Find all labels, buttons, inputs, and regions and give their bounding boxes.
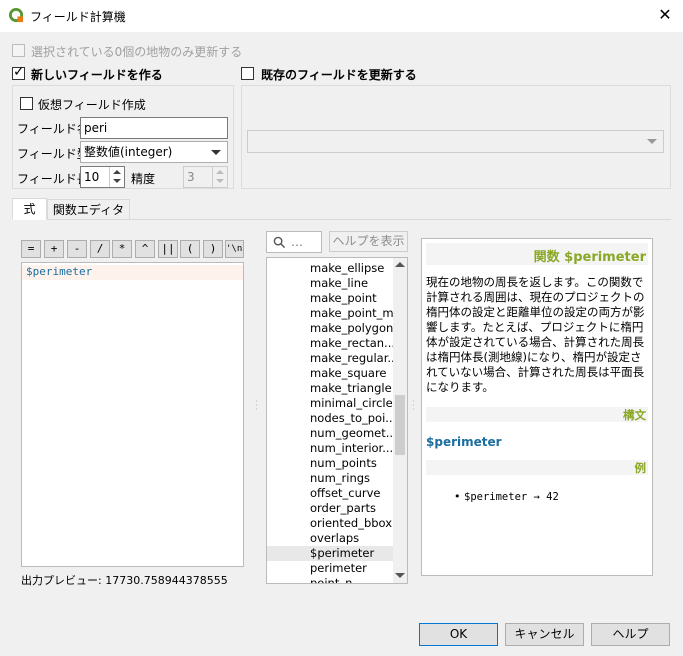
function-list-item[interactable]: make_point_m bbox=[310, 306, 393, 321]
operator-divide-button[interactable]: / bbox=[90, 240, 110, 258]
show-help-button[interactable]: ヘルプを表示 bbox=[329, 231, 408, 252]
operator-multiply-button[interactable]: * bbox=[112, 240, 132, 258]
ok-button[interactable]: OK bbox=[419, 623, 498, 646]
function-search-input[interactable]: … bbox=[266, 231, 322, 253]
new-field-header: 新しいフィールドを作る bbox=[31, 68, 163, 82]
virtual-field-checkbox[interactable] bbox=[20, 97, 33, 110]
function-list-scrollbar[interactable] bbox=[393, 258, 407, 583]
only-selected-label: 選択されている0個の地物のみ更新する bbox=[31, 45, 243, 59]
window-title: フィールド計算機 bbox=[30, 10, 126, 24]
update-existing-checkbox[interactable] bbox=[241, 67, 254, 80]
field-type-value: 整数値(integer) bbox=[84, 145, 173, 159]
operator-equals-button[interactable]: = bbox=[21, 240, 41, 258]
output-preview: 出力プレビュー: 17730.758944378555 bbox=[21, 572, 228, 588]
splitter-handle-right[interactable]: · · · bbox=[412, 398, 415, 415]
spin-buttons[interactable] bbox=[212, 167, 227, 187]
update-existing-header: 既存のフィールドを更新する bbox=[261, 68, 417, 82]
splitter-handle-left[interactable]: · · · bbox=[255, 398, 258, 415]
function-list-item[interactable]: make_rectan... bbox=[310, 336, 393, 351]
function-list-item[interactable]: num_interior... bbox=[310, 441, 393, 456]
spin-up-icon[interactable] bbox=[216, 170, 224, 174]
tab-expression[interactable]: 式 bbox=[12, 198, 47, 220]
function-list-item[interactable]: num_geomet... bbox=[310, 426, 393, 441]
help-panel: 関数 $perimeter 現在の地物の周長を返します。この関数で計算される周囲… bbox=[421, 238, 653, 576]
output-preview-value: 17730.758944378555 bbox=[105, 574, 228, 587]
function-list-item[interactable]: make_square bbox=[310, 366, 387, 381]
operator-concat-button[interactable]: || bbox=[158, 240, 178, 258]
spin-down-icon[interactable] bbox=[113, 179, 121, 183]
field-length-label: フィールド長 bbox=[17, 172, 89, 186]
field-length-value: 10 bbox=[84, 170, 100, 184]
function-list-item[interactable]: make_polygon bbox=[310, 321, 393, 336]
function-list[interactable]: make_ellipse make_line make_point make_poin… bbox=[266, 257, 408, 584]
field-type-select[interactable]: 整数値(integer) bbox=[80, 141, 228, 163]
output-preview-label: 出力プレビュー: bbox=[21, 574, 102, 587]
example-item: • $perimeter → 42 bbox=[454, 490, 559, 503]
scroll-down-icon[interactable] bbox=[395, 573, 405, 578]
syntax-header: 構文 bbox=[623, 408, 646, 422]
spin-down-icon[interactable] bbox=[216, 179, 224, 183]
function-list-item[interactable]: order_parts bbox=[310, 501, 376, 516]
operator-plus-button[interactable]: + bbox=[44, 240, 64, 258]
close-icon[interactable]: ✕ bbox=[652, 4, 678, 28]
operator-minus-button[interactable]: - bbox=[67, 240, 87, 258]
syntax-text: $perimeter bbox=[426, 435, 502, 449]
search-icon bbox=[273, 236, 286, 249]
examples-header: 例 bbox=[634, 461, 647, 475]
chevron-down-icon bbox=[211, 150, 221, 155]
field-name-label: フィールド名 bbox=[17, 122, 89, 136]
function-list-item[interactable]: minimal_circle bbox=[310, 396, 393, 411]
function-list-item[interactable]: make_line bbox=[310, 276, 368, 291]
function-list-item[interactable]: point_n bbox=[310, 576, 352, 583]
function-list-item[interactable]: nodes_to_poi... bbox=[310, 411, 393, 426]
chevron-down-icon bbox=[647, 139, 657, 144]
search-placeholder: … bbox=[291, 235, 303, 249]
spin-up-icon[interactable] bbox=[113, 170, 121, 174]
help-button[interactable]: ヘルプ bbox=[591, 623, 670, 646]
operator-power-button[interactable]: ^ bbox=[135, 240, 155, 258]
new-field-checkbox[interactable] bbox=[12, 64, 25, 80]
function-list-item[interactable]: offset_curve bbox=[310, 486, 381, 501]
qgis-logo-icon bbox=[9, 8, 24, 23]
operator-close-paren-button[interactable]: ) bbox=[203, 240, 223, 258]
function-list-item[interactable]: make_point bbox=[310, 291, 377, 306]
function-list-item[interactable]: make_ellipse bbox=[310, 261, 384, 276]
virtual-field-label: 仮想フィールド作成 bbox=[38, 98, 146, 112]
function-list-item[interactable]: num_points bbox=[310, 456, 377, 471]
precision-label: 精度 bbox=[131, 172, 156, 186]
precision-spinbox[interactable]: 3 bbox=[183, 166, 228, 188]
function-list-item[interactable]: make_triangle bbox=[310, 381, 392, 396]
bullet-icon: • bbox=[454, 490, 461, 503]
spin-buttons[interactable] bbox=[109, 167, 124, 187]
cancel-button[interactable]: キャンセル bbox=[505, 623, 584, 646]
field-type-label: フィールド型 bbox=[17, 147, 89, 161]
function-list-items: make_ellipse make_line make_point make_poin… bbox=[267, 258, 393, 583]
expression-text: $perimeter bbox=[26, 265, 93, 278]
help-title: 関数 $perimeter bbox=[533, 250, 646, 265]
operator-newline-button[interactable]: '\n' bbox=[225, 240, 244, 258]
help-description: 現在の地物の周長を返します。この関数で計算される周囲は、現在のプロジェクトの楕円… bbox=[426, 275, 645, 394]
expression-editor[interactable]: $perimeter bbox=[21, 262, 244, 567]
operator-open-paren-button[interactable]: ( bbox=[180, 240, 200, 258]
function-list-item[interactable]: oriented_bbox bbox=[310, 516, 392, 531]
scroll-up-icon[interactable] bbox=[395, 262, 405, 267]
function-list-item[interactable]: perimeter bbox=[310, 561, 367, 576]
examples-header-bar bbox=[426, 460, 648, 475]
example-text: $perimeter → 42 bbox=[464, 491, 559, 503]
scrollbar-thumb[interactable] bbox=[395, 395, 405, 455]
function-list-item[interactable]: $perimeter bbox=[267, 546, 393, 561]
function-list-item[interactable]: num_rings bbox=[310, 471, 370, 486]
tab-function-editor[interactable]: 関数エディタ bbox=[47, 199, 130, 220]
function-list-item[interactable]: make_regular... bbox=[310, 351, 393, 366]
only-selected-checkbox[interactable] bbox=[12, 44, 25, 57]
precision-value: 3 bbox=[187, 170, 195, 184]
existing-field-select[interactable] bbox=[247, 130, 664, 153]
field-name-input[interactable]: peri bbox=[80, 117, 228, 139]
function-list-item[interactable]: overlaps bbox=[310, 531, 359, 546]
field-length-spinbox[interactable]: 10 bbox=[80, 166, 125, 188]
syntax-header-bar bbox=[426, 407, 648, 422]
